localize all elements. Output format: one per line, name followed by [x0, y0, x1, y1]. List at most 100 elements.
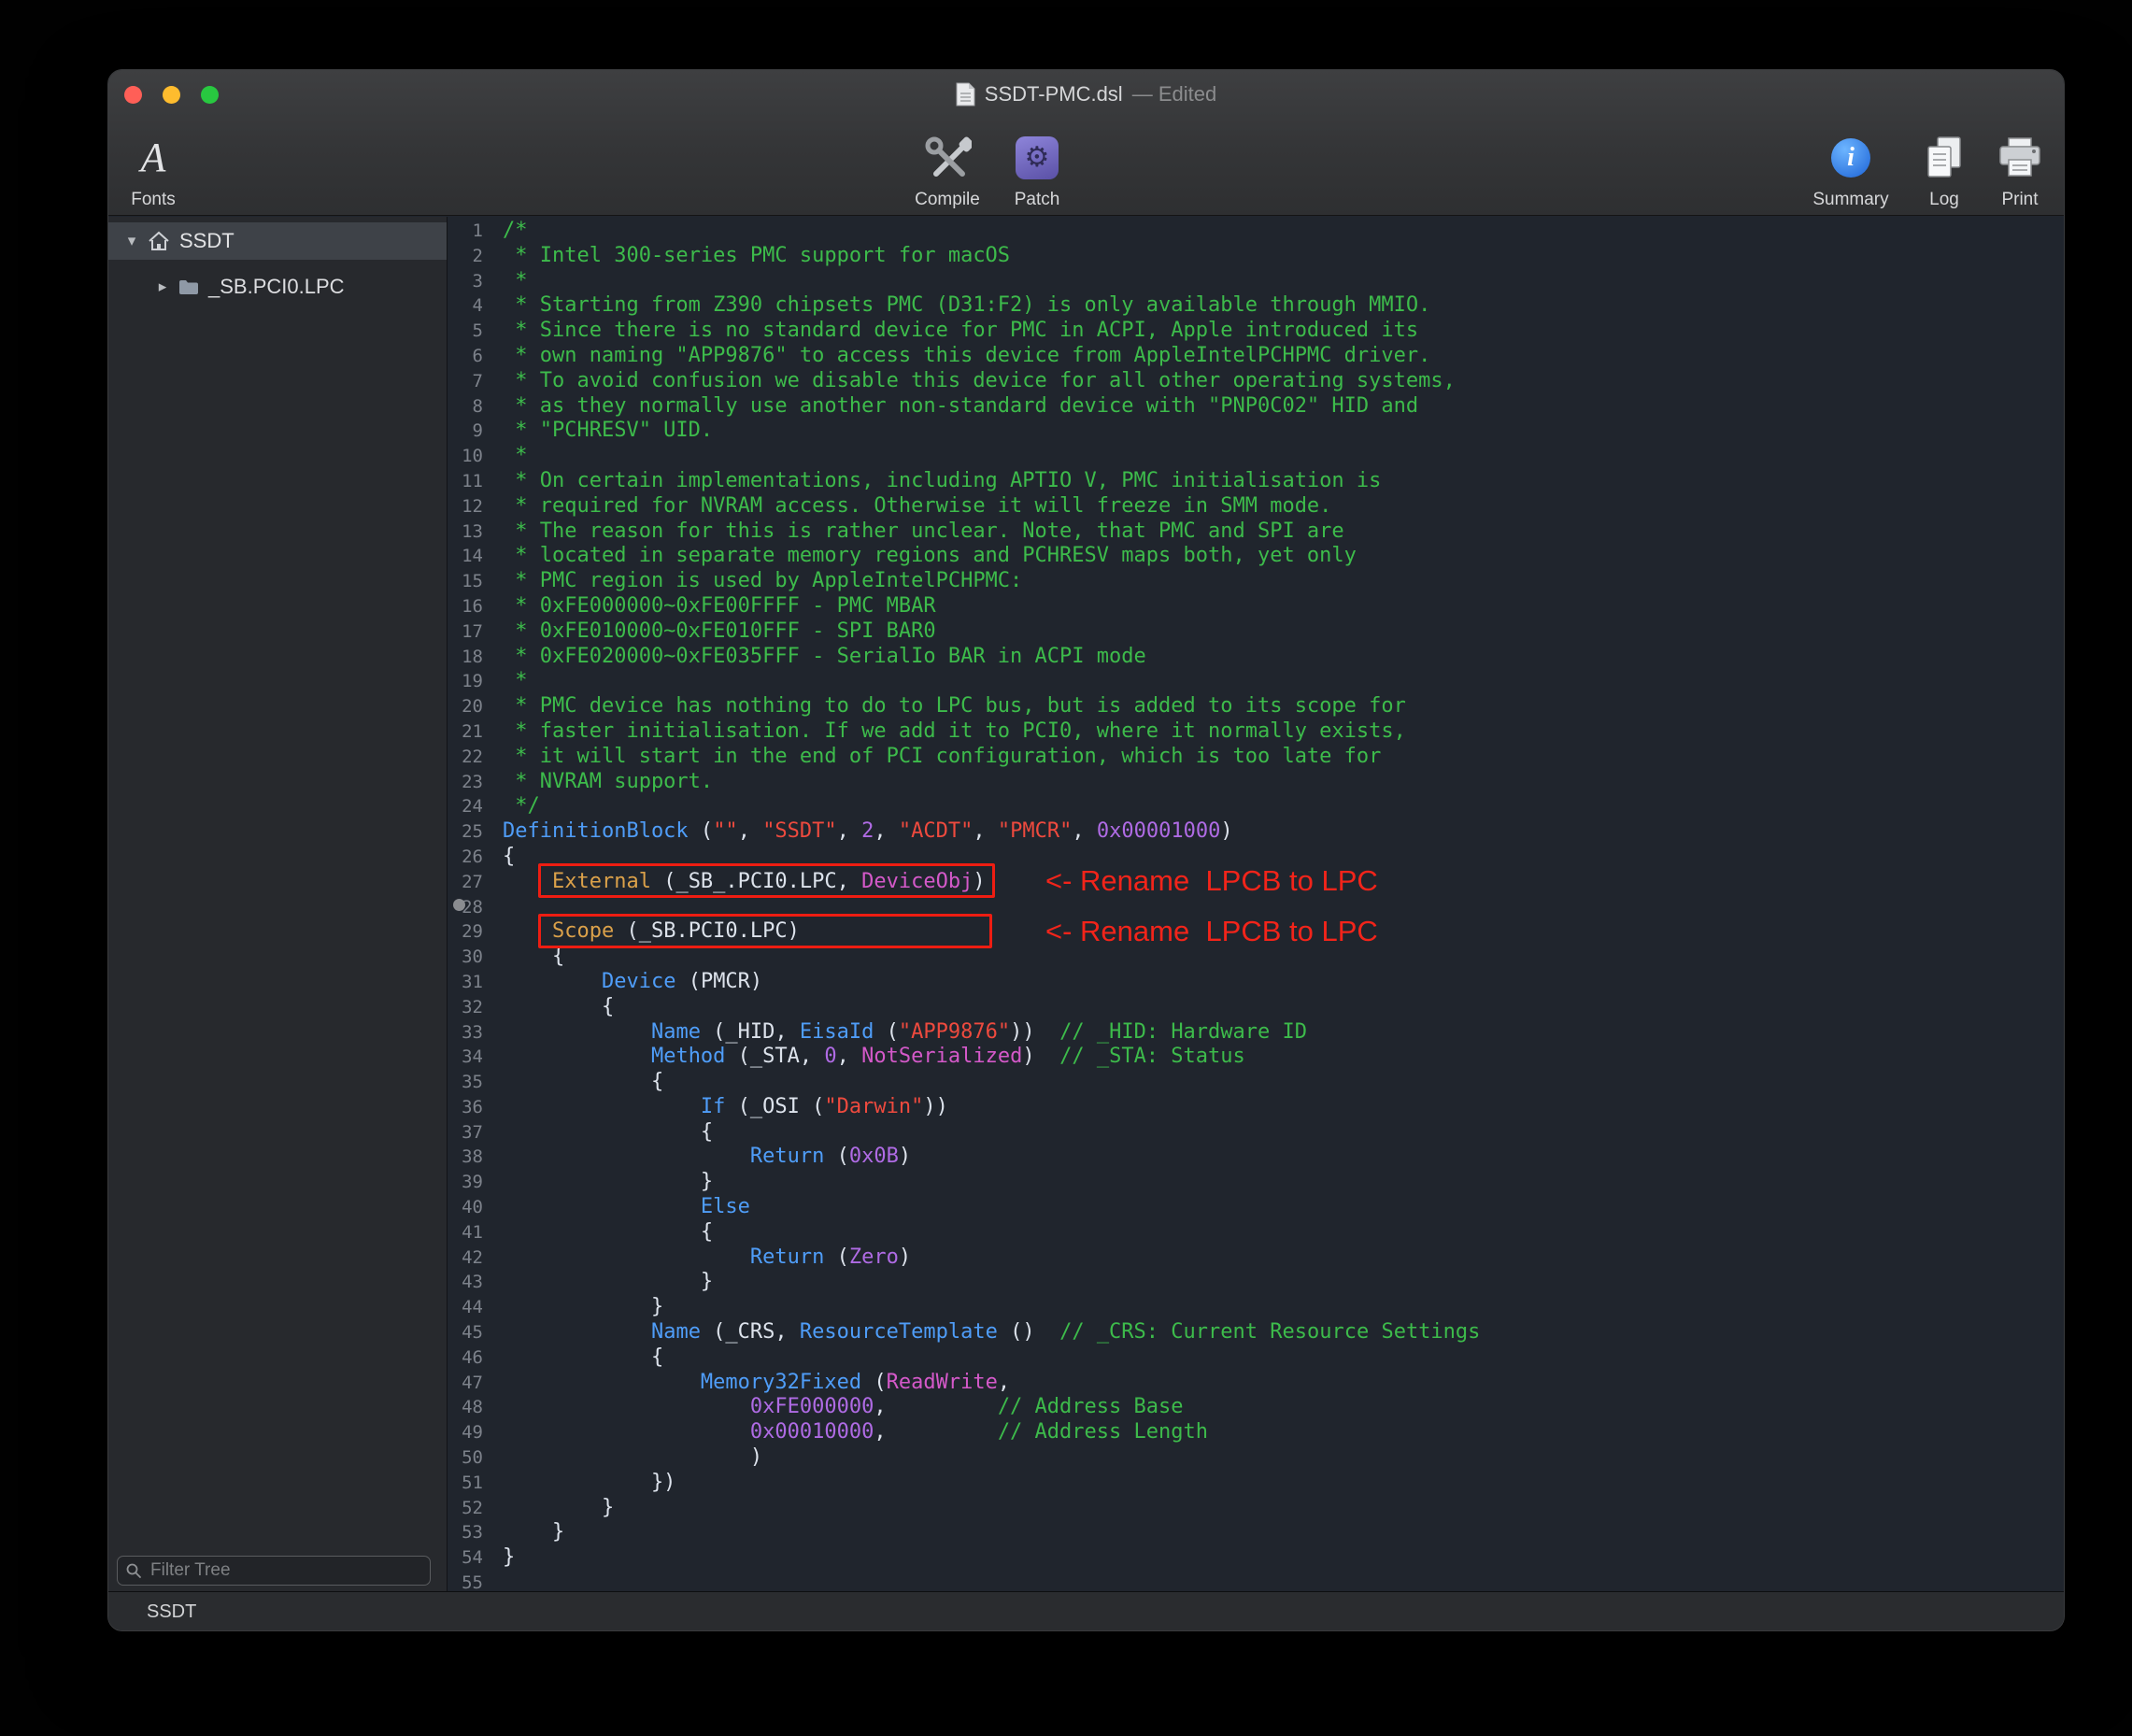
patch-button[interactable]: ⚙ Patch — [981, 122, 1093, 210]
code-line: 46 { — [448, 1345, 2065, 1371]
code-text: Return (0x0B) — [503, 1145, 911, 1170]
code-editor[interactable]: 1/*2 * Intel 300-series PMC support for … — [448, 217, 2065, 1591]
line-number: 18 — [448, 645, 483, 670]
code-text: * 0xFE000000~0xFE00FFFF - PMC MBAR — [503, 594, 936, 619]
code-text: * "PCHRESV" UID. — [503, 419, 713, 444]
patch-label: Patch — [1015, 190, 1060, 210]
line-number: 11 — [448, 469, 483, 494]
code-text: } — [503, 1520, 564, 1545]
line-number: 43 — [448, 1270, 483, 1295]
tree-item-label: _SB.PCI0.LPC — [208, 275, 345, 299]
code-line: 35 { — [448, 1070, 2065, 1095]
code-line: 16 * 0xFE000000~0xFE00FFFF - PMC MBAR — [448, 594, 2065, 619]
code-text: * 0xFE020000~0xFE035FFF - SerialIo BAR i… — [503, 645, 1146, 670]
code-text: * — [503, 269, 528, 294]
code-text: * 0xFE010000~0xFE010FFF - SPI BAR0 — [503, 619, 936, 645]
code-line: 25DefinitionBlock ("", "SSDT", 2, "ACDT"… — [448, 819, 2065, 845]
line-number: 31 — [448, 970, 483, 995]
code-line: 47 Memory32Fixed (ReadWrite, — [448, 1371, 2065, 1396]
rename-annotation: <- Rename LPCB to LPC — [1045, 863, 1378, 898]
titlebar: SSDT-PMC.dsl — Edited — [108, 70, 2064, 119]
line-number: 22 — [448, 745, 483, 770]
code-text: * Since there is no standard device for … — [503, 319, 1418, 344]
code-text: }) — [503, 1471, 675, 1496]
code-line: 52 } — [448, 1496, 2065, 1521]
code-text: } — [503, 1295, 663, 1320]
code-text: Device (PMCR) — [503, 970, 762, 995]
line-number: 48 — [448, 1395, 483, 1420]
print-label: Print — [2001, 190, 2038, 210]
tree-item-sb-pci0-lpc[interactable]: ▸ _SB.PCI0.LPC — [108, 268, 447, 306]
log-label: Log — [1929, 190, 1959, 210]
code-line: 14 * located in separate memory regions … — [448, 544, 2065, 569]
line-number: 34 — [448, 1045, 483, 1070]
filter-tree-field — [117, 1556, 431, 1586]
tree-item-ssdt[interactable]: ▾ SSDT — [108, 222, 447, 260]
code-line: 55 — [448, 1571, 2065, 1591]
code-line: 24 */ — [448, 794, 2065, 819]
window-title: SSDT-PMC.dsl — [985, 82, 1123, 107]
print-button[interactable]: Print — [1964, 122, 2065, 210]
code-text: * NVRAM support. — [503, 770, 713, 795]
home-icon — [148, 231, 170, 251]
line-number: 24 — [448, 794, 483, 819]
line-number: 46 — [448, 1345, 483, 1371]
code-text: } — [503, 1545, 515, 1571]
code-text: * located in separate memory regions and… — [503, 544, 1357, 569]
code-line: 7 * To avoid confusion we disable this d… — [448, 369, 2065, 394]
line-number: 49 — [448, 1420, 483, 1445]
line-number: 50 — [448, 1445, 483, 1471]
disclosure-triangle-closed-icon[interactable]: ▸ — [152, 277, 173, 296]
line-number: 23 — [448, 770, 483, 795]
code-line: 32 { — [448, 995, 2065, 1020]
code-line: 49 0x00010000, // Address Length — [448, 1420, 2065, 1445]
code-line: 45 Name (_CRS, ResourceTemplate () // _C… — [448, 1320, 2065, 1345]
code-line: 2 * Intel 300-series PMC support for mac… — [448, 244, 2065, 269]
code-line: 39 } — [448, 1170, 2065, 1195]
code-text: Memory32Fixed (ReadWrite, — [503, 1371, 1010, 1396]
code-line: 48 0xFE000000, // Address Base — [448, 1395, 2065, 1420]
rename-highlight-box — [538, 863, 995, 898]
compile-tools-icon — [923, 136, 972, 179]
code-text: * To avoid confusion we disable this dev… — [503, 369, 1456, 394]
code-line: 34 Method (_STA, 0, NotSerialized) // _S… — [448, 1045, 2065, 1070]
line-number: 12 — [448, 494, 483, 519]
code-text: { — [503, 1345, 663, 1371]
line-number: 14 — [448, 544, 483, 569]
filter-tree-input[interactable] — [149, 1559, 422, 1582]
code-text: * — [503, 444, 528, 469]
line-number: 7 — [448, 369, 483, 394]
code-line: 17 * 0xFE010000~0xFE010FFF - SPI BAR0 — [448, 619, 2065, 645]
code-line: 5 * Since there is no standard device fo… — [448, 319, 2065, 344]
folder-icon — [178, 279, 199, 295]
code-text: * Intel 300-series PMC support for macOS — [503, 244, 1010, 269]
code-text: ) — [503, 1445, 762, 1471]
code-text: * Starting from Z390 chipsets PMC (D31:F… — [503, 293, 1430, 319]
code-text: } — [503, 1170, 713, 1195]
line-number: 9 — [448, 419, 483, 444]
code-line: 44 } — [448, 1295, 2065, 1320]
fonts-button[interactable]: A Fonts — [108, 122, 198, 210]
code-text: { — [503, 1120, 713, 1145]
line-number: 42 — [448, 1245, 483, 1271]
line-number: 21 — [448, 719, 483, 745]
code-line: 20 * PMC device has nothing to do to LPC… — [448, 694, 2065, 719]
compile-label: Compile — [915, 190, 980, 210]
code-text: If (_OSI ("Darwin")) — [503, 1095, 948, 1120]
line-number: 4 — [448, 293, 483, 319]
code-text: * — [503, 669, 528, 694]
line-number: 26 — [448, 845, 483, 870]
code-text: { — [503, 1220, 713, 1245]
code-line: 43 } — [448, 1270, 2065, 1295]
line-number: 53 — [448, 1520, 483, 1545]
code-line: 42 Return (Zero) — [448, 1245, 2065, 1271]
line-number: 30 — [448, 945, 483, 970]
line-number: 40 — [448, 1195, 483, 1220]
line-number: 32 — [448, 995, 483, 1020]
patch-icon: ⚙ — [1016, 136, 1059, 179]
line-number: 6 — [448, 344, 483, 369]
disclosure-triangle-open-icon[interactable]: ▾ — [121, 232, 142, 250]
code-line: 53 } — [448, 1520, 2065, 1545]
code-text: } — [503, 1496, 614, 1521]
code-line: 51 }) — [448, 1471, 2065, 1496]
